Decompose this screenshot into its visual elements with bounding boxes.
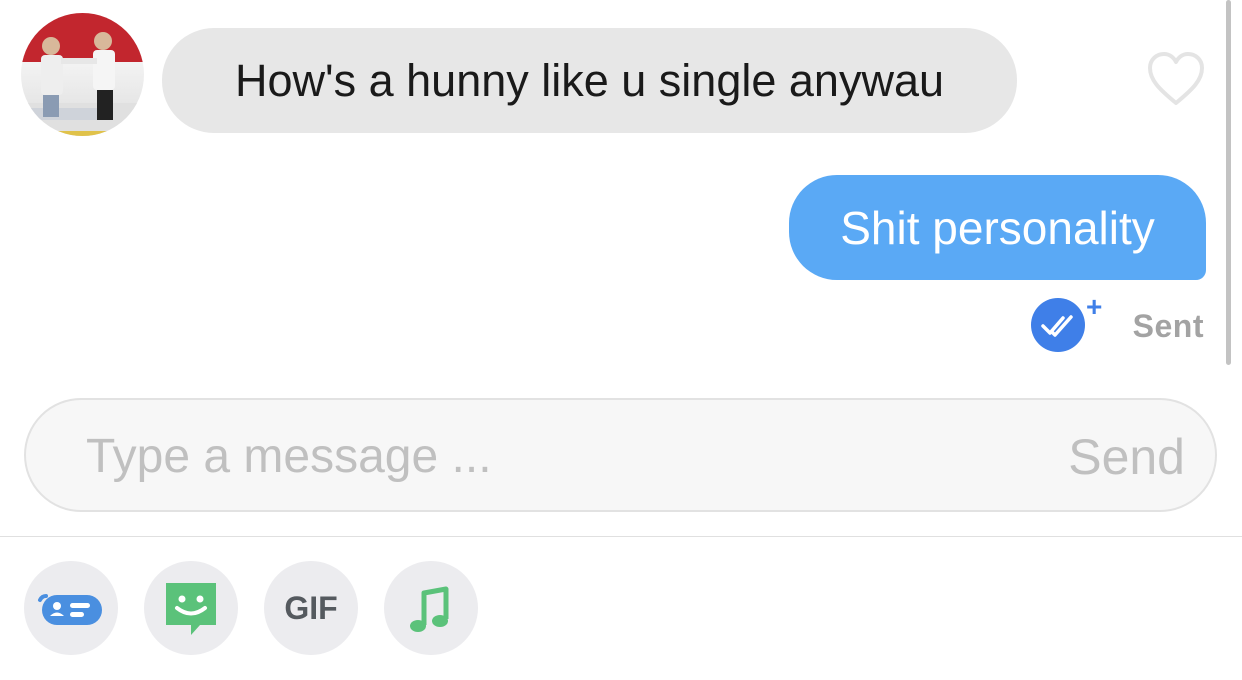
send-button[interactable]: Send xyxy=(1068,428,1185,486)
contact-card-icon xyxy=(38,594,102,625)
profile-photo-icon xyxy=(21,32,144,136)
contact-card-button[interactable] xyxy=(24,561,118,655)
plus-icon: + xyxy=(1086,291,1103,322)
sticker-button[interactable] xyxy=(144,561,238,655)
message-input[interactable] xyxy=(84,400,988,512)
outgoing-message-text: Shit personality xyxy=(840,201,1155,254)
sticker-icon xyxy=(166,583,216,635)
incoming-message-text: How's a hunny like u single anywau xyxy=(235,54,944,106)
divider xyxy=(0,536,1242,537)
scrollbar[interactable] xyxy=(1226,0,1231,365)
gif-button[interactable]: GIF xyxy=(264,561,358,655)
message-composer: Send xyxy=(24,398,1217,512)
avatar[interactable] xyxy=(21,13,144,136)
message-status: Sent xyxy=(1132,308,1204,344)
heart-outline-icon[interactable] xyxy=(1147,51,1205,107)
incoming-message-bubble: How's a hunny like u single anywau xyxy=(162,28,1017,133)
outgoing-message-bubble: Shit personality xyxy=(789,175,1206,280)
read-receipt-badge[interactable] xyxy=(1031,298,1085,352)
double-check-icon xyxy=(1041,315,1073,337)
gif-label: GIF xyxy=(284,589,338,626)
music-note-icon xyxy=(410,586,449,632)
music-button[interactable] xyxy=(384,561,478,655)
